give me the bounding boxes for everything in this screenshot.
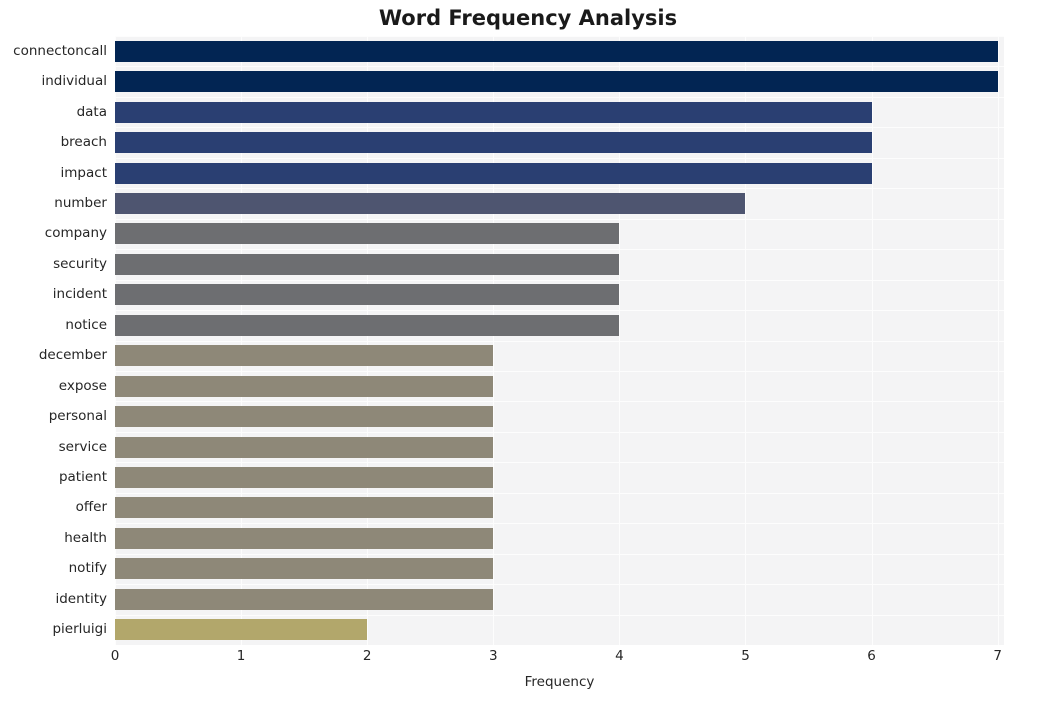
bar (115, 101, 872, 123)
y-axis-tick-label: notify (68, 560, 107, 577)
gridline-horizontal (115, 584, 1004, 585)
bar (115, 406, 494, 428)
gridline-horizontal (115, 401, 1004, 402)
gridline-horizontal (115, 280, 1004, 281)
y-axis-tick-label: identity (55, 590, 107, 607)
x-axis-tick-label: 6 (867, 648, 876, 664)
gridline-horizontal (115, 97, 1004, 98)
y-axis-tick-label: december (38, 347, 107, 364)
y-axis-tick-label: number (54, 194, 107, 211)
x-axis-tick-label: 5 (741, 648, 750, 664)
y-axis-tick-label: company (44, 225, 107, 242)
y-axis-tick-label: personal (48, 408, 107, 425)
y-axis-tick-label: impact (60, 164, 107, 181)
y-axis-tick-label: expose (58, 377, 107, 394)
gridline-horizontal (115, 127, 1004, 128)
y-axis-tick-label: offer (75, 499, 107, 516)
bar (115, 436, 494, 458)
y-axis-tick-label: individual (41, 73, 107, 90)
y-axis-tick-labels: connectoncall individual data breach impact n… (0, 36, 107, 645)
x-axis-tick-label: 4 (615, 648, 624, 664)
gridline-horizontal (115, 36, 1004, 37)
y-axis-tick-label: service (58, 438, 107, 455)
y-axis-tick-label: breach (60, 134, 107, 151)
y-axis-tick-label: connectoncall (13, 42, 107, 59)
plot-area (115, 36, 1004, 645)
chart-title: Word Frequency Analysis (378, 6, 678, 30)
bar (115, 527, 494, 549)
bar (115, 588, 494, 610)
bar (115, 375, 494, 397)
bar (115, 162, 872, 184)
x-axis-tick-label: 7 (993, 648, 1002, 664)
x-axis-tick-label: 2 (362, 648, 372, 664)
gridline-horizontal (115, 219, 1004, 220)
y-axis-tick-label: health (64, 529, 107, 546)
y-axis-tick-label: incident (52, 286, 107, 303)
bar (115, 284, 620, 306)
x-axis-tick-label: 3 (489, 648, 498, 664)
y-axis-tick-label: patient (58, 469, 107, 486)
gridline-horizontal (115, 310, 1004, 311)
gridline-horizontal (115, 341, 1004, 342)
bar (115, 619, 368, 641)
bar (115, 132, 872, 154)
y-axis-tick-label: notice (65, 316, 107, 333)
gridline-horizontal (115, 523, 1004, 524)
y-axis-tick-label: pierluigi (52, 621, 107, 638)
gridline-horizontal (115, 462, 1004, 463)
x-axis-tick-label: 1 (236, 648, 246, 664)
bar (115, 467, 494, 489)
bar (115, 223, 620, 245)
bar (115, 558, 494, 580)
y-axis-tick-label: security (53, 255, 107, 272)
bar (115, 71, 998, 93)
gridline-horizontal (115, 188, 1004, 189)
word-frequency-bar-chart: Word Frequency Analysis connectoncall ind… (0, 0, 1056, 701)
gridline-horizontal (115, 371, 1004, 372)
gridline-horizontal (115, 249, 1004, 250)
bar (115, 314, 620, 336)
gridline-horizontal (115, 615, 1004, 616)
gridline-horizontal (115, 432, 1004, 433)
gridline-horizontal (115, 66, 1004, 67)
bar (115, 497, 494, 519)
bar (115, 40, 998, 62)
x-axis-tick-labels: 0 1 2 3 4 5 6 7 (111, 648, 1004, 672)
gridline-horizontal (115, 158, 1004, 159)
bar (115, 345, 494, 367)
gridline-horizontal (115, 554, 1004, 555)
gridline-horizontal (115, 493, 1004, 494)
y-axis-tick-label: data (76, 103, 107, 120)
x-axis-tick-label: 0 (110, 648, 120, 664)
bar (115, 253, 620, 275)
x-axis-title: Frequency (524, 674, 595, 690)
bar (115, 192, 746, 214)
